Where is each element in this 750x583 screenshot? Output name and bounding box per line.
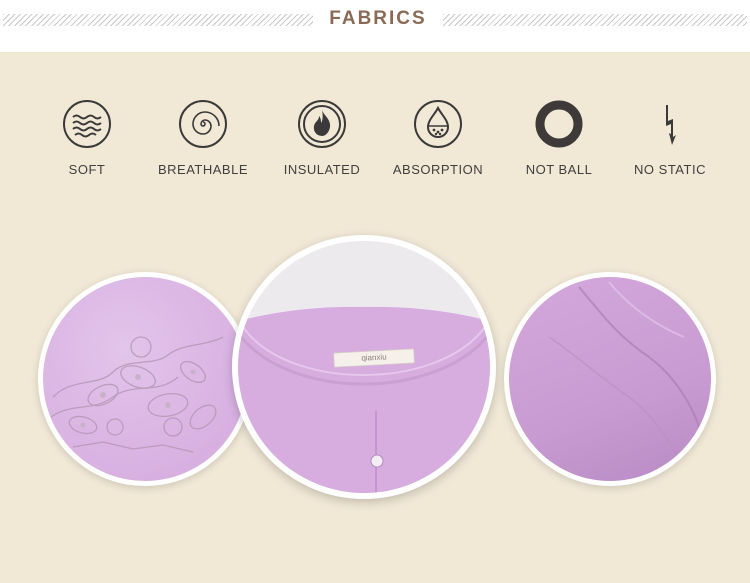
waves-icon <box>63 100 111 148</box>
feature-absorption: ABSORPTION <box>373 99 503 177</box>
sleeve-folds <box>548 281 700 463</box>
feature-breathable: BREATHABLE <box>138 99 268 177</box>
spiral-icon <box>179 100 227 148</box>
flame-icon <box>298 100 346 148</box>
collar-neckline-photo: qianxiu <box>232 235 496 499</box>
feature-label: SOFT <box>68 162 106 177</box>
embroidery-pattern <box>50 336 224 453</box>
lightning-icon <box>666 105 676 145</box>
ring-icon <box>535 100 583 148</box>
feature-label: NO STATIC <box>634 162 706 177</box>
collar-drawing <box>238 241 490 493</box>
header-hatch-left <box>3 14 313 26</box>
feature-no-static: NO STATIC <box>605 99 735 177</box>
feature-label: BREATHABLE <box>157 162 248 177</box>
section-header: FABRICS <box>0 0 750 52</box>
feature-label: ABSORPTION <box>392 162 484 177</box>
sleeve-cuff-photo <box>504 272 716 486</box>
feature-soft: SOFT <box>22 99 152 177</box>
embroidered-fabric-photo <box>38 272 252 486</box>
feature-label: INSULATED <box>283 162 361 177</box>
section-title: FABRICS <box>329 8 427 29</box>
feature-insulated: INSULATED <box>257 99 387 177</box>
droplet-icon <box>414 100 462 148</box>
header-hatch-right <box>443 14 747 26</box>
